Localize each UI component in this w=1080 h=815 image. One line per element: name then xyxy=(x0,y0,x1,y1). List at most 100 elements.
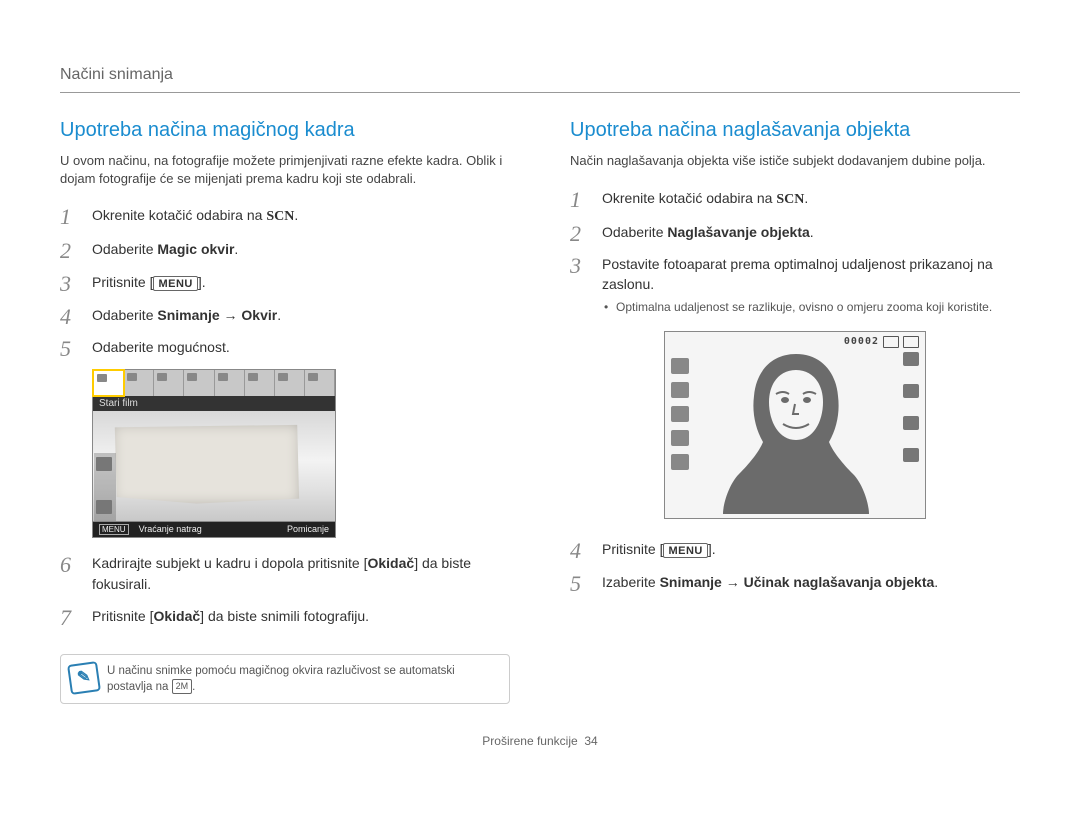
frame-name-label: Stari film xyxy=(92,396,336,411)
camera-left-icons xyxy=(671,358,689,470)
option-naglasavanje: Naglašavanje objekta xyxy=(667,224,809,240)
flash-mode-icon xyxy=(903,416,919,430)
frame-thumb xyxy=(124,370,154,396)
sd-card-icon xyxy=(883,336,899,348)
step-text: Postavite fotoaparat prema optimalnoj ud… xyxy=(602,256,993,292)
left-step-2: Odaberite Magic okvir. xyxy=(60,233,510,265)
camera-screenshot-object-highlight: 00002 xyxy=(664,331,926,519)
shutter-label: Okidač xyxy=(367,555,414,571)
camera-screenshot-magic-frame: Stari film MENU Vraćanje natrag Pomicanj… xyxy=(92,369,336,537)
left-steps-list: Okrenite kotačić odabira na SCN. Odaberi… xyxy=(60,199,510,363)
step-text: Odaberite xyxy=(92,307,157,323)
option-okvir: Okvir xyxy=(241,307,277,323)
frame-thumb xyxy=(154,370,184,396)
arrow-text: → xyxy=(220,307,242,323)
right-steps-list-cont: Pritisnite [MENU]. Izaberite Snimanje → … xyxy=(570,533,1020,598)
step-sub-bullet: Optimalna udaljenost se razlikuje, ovisn… xyxy=(602,299,1020,315)
info-note-box: ✎ U načinu snimke pomoću magičnog okvira… xyxy=(60,654,510,704)
menu-tag: MENU xyxy=(99,524,129,535)
left-step-5: Odaberite mogućnost. xyxy=(60,331,510,363)
right-step-1: Okrenite kotačić odabira na SCN. xyxy=(570,182,1020,216)
back-label: Vraćanje natrag xyxy=(139,524,202,535)
frame-thumb xyxy=(245,370,275,396)
frame-thumb xyxy=(275,370,305,396)
page-footer: Proširene funkcije 34 xyxy=(60,734,1020,748)
step-text: . xyxy=(804,190,808,206)
two-column-layout: Upotreba načina magičnog kadra U ovom na… xyxy=(60,119,1020,704)
face-icon xyxy=(671,406,689,422)
arrow-text: → xyxy=(722,574,744,590)
frame-thumb-selected xyxy=(92,369,125,397)
step-text: Okrenite kotačić odabira na xyxy=(92,207,266,223)
menu-button-label: MENU xyxy=(153,276,197,291)
right-step-5: Izaberite Snimanje → Učinak naglašavanja… xyxy=(570,566,1020,598)
step-text: Pritisnite [ xyxy=(602,541,663,557)
right-column: Upotreba načina naglašavanja objekta Nač… xyxy=(570,119,1020,704)
shutter-label: Okidač xyxy=(153,608,200,624)
frame-thumb xyxy=(305,370,335,396)
left-step-4: Odaberite Snimanje → Okvir. xyxy=(60,299,510,331)
step-text: Odaberite xyxy=(602,224,667,240)
left-steps-list-cont: Kadrirajte subjekt u kadru i dopola prit… xyxy=(60,547,510,632)
step-text: Izaberite xyxy=(602,574,660,590)
resolution-badge: 2M xyxy=(172,679,193,694)
left-step-3: Pritisnite [MENU]. xyxy=(60,266,510,299)
option-snimanje: Snimanje xyxy=(660,574,722,590)
move-label: Pomicanje xyxy=(287,524,329,535)
face-icon xyxy=(96,500,112,514)
portrait-illustration xyxy=(721,344,871,514)
step-text: ]. xyxy=(198,274,206,290)
left-heading: Upotreba načina magičnog kadra xyxy=(60,119,510,142)
battery-icon xyxy=(903,336,919,348)
step-text: Odaberite xyxy=(92,241,157,257)
note-text: U načinu snimke pomoću magičnog okvira r… xyxy=(107,665,455,693)
right-intro-text: Način naglašavanja objekta više ističe s… xyxy=(570,152,1020,170)
resolution-icon xyxy=(903,352,919,366)
scn-mode-label: SCN xyxy=(776,192,804,207)
frame-thumbnail-strip xyxy=(92,369,336,396)
camera-left-icons xyxy=(94,453,116,522)
left-step-6: Kadrirajte subjekt u kadru i dopola prit… xyxy=(60,547,510,600)
option-magic-okvir: Magic okvir xyxy=(157,241,234,257)
step-text: Odaberite mogućnost. xyxy=(92,339,230,355)
breadcrumb-header: Načini snimanja xyxy=(60,66,1020,93)
effect-icon xyxy=(671,382,689,398)
step-text: ] da biste snimili fotografiju. xyxy=(200,608,369,624)
right-step-3: Postavite fotoaparat prema optimalnoj ud… xyxy=(570,248,1020,321)
right-step-2: Odaberite Naglašavanje objekta. xyxy=(570,216,1020,248)
frame-thumb xyxy=(184,370,214,396)
camera-bottom-bar: MENU Vraćanje natrag Pomicanje xyxy=(92,522,336,538)
macro-icon xyxy=(903,448,919,462)
step-text: Okrenite kotačić odabira na xyxy=(602,190,776,206)
flash-icon xyxy=(671,454,689,470)
step-text: . xyxy=(810,224,814,240)
step-text: Kadrirajte subjekt u kadru i dopola prit… xyxy=(92,555,367,571)
step-text: . xyxy=(277,307,281,323)
manual-page: Načini snimanja Upotreba načina magičnog… xyxy=(0,0,1080,778)
right-heading: Upotreba načina naglašavanja objekta xyxy=(570,119,1020,142)
step-text: Pritisnite [ xyxy=(92,274,153,290)
left-column: Upotreba načina magičnog kadra U ovom na… xyxy=(60,119,510,704)
left-intro-text: U ovom načinu, na fotografije možete pri… xyxy=(60,152,510,187)
footer-section: Proširene funkcije xyxy=(482,734,577,748)
frame-preview-photo xyxy=(92,411,336,522)
option-snimanje: Snimanje xyxy=(157,307,219,323)
step-text: . xyxy=(294,207,298,223)
timer-icon xyxy=(671,430,689,446)
mode-icon xyxy=(96,457,112,471)
quality-icon xyxy=(903,384,919,398)
note-icon: ✎ xyxy=(67,661,101,695)
step-text: Pritisnite [ xyxy=(92,608,153,624)
right-step-4: Pritisnite [MENU]. xyxy=(570,533,1020,566)
mode-icon xyxy=(671,358,689,374)
option-ucinak-naglasavanja: Učinak naglašavanja objekta xyxy=(744,574,935,590)
step-text: . xyxy=(934,574,938,590)
right-steps-list: Okrenite kotačić odabira na SCN. Odaberi… xyxy=(570,182,1020,321)
step-text: . xyxy=(234,241,238,257)
scn-mode-label: SCN xyxy=(266,209,294,224)
camera-right-icons xyxy=(903,352,919,462)
left-step-1: Okrenite kotačić odabira na SCN. xyxy=(60,199,510,233)
note-text: . xyxy=(192,681,195,693)
left-step-7: Pritisnite [Okidač] da biste snimili fot… xyxy=(60,600,510,632)
frame-thumb xyxy=(215,370,245,396)
